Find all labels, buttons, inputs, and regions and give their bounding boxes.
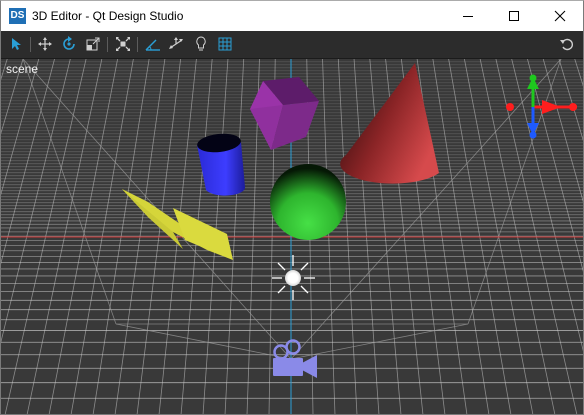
grid-toggle-button[interactable] [215, 34, 235, 54]
scene-canvas[interactable] [1, 59, 583, 415]
close-button[interactable] [537, 1, 583, 31]
orientation-toggle-button[interactable] [166, 34, 186, 54]
undo-icon [560, 38, 573, 51]
title-bar[interactable]: DS 3D Editor - Qt Design Studio [1, 1, 583, 31]
minimize-icon [463, 16, 473, 17]
toolbar-separator [107, 37, 108, 52]
move-tool-button[interactable] [35, 34, 55, 54]
fit-to-view-button[interactable] [113, 34, 133, 54]
application-window: DS 3D Editor - Qt Design Studio scene [0, 0, 584, 415]
maximize-icon [509, 11, 519, 21]
sphere-model[interactable] [270, 164, 346, 240]
fit-view-icon [116, 37, 130, 51]
orientation-icon [169, 37, 183, 49]
scale-icon [86, 37, 100, 51]
select-tool-button[interactable] [6, 34, 26, 54]
scale-tool-button[interactable] [83, 34, 103, 54]
close-icon [554, 10, 566, 22]
rotate-tool-button[interactable] [59, 34, 79, 54]
reset-view-button[interactable] [557, 34, 577, 54]
toolbar-separator [137, 37, 138, 52]
rotate-icon [63, 36, 75, 50]
bulb-icon [196, 36, 206, 51]
3d-viewport[interactable]: scene [1, 59, 583, 415]
toolbar-separator [30, 37, 31, 52]
grid-icon [218, 37, 232, 51]
perspective-toggle-button[interactable] [143, 34, 163, 54]
scene-label: scene [6, 62, 39, 76]
window-title: 3D Editor - Qt Design Studio [32, 9, 184, 23]
light-toggle-button[interactable] [191, 34, 211, 54]
maximize-button[interactable] [491, 1, 537, 31]
toolbar [1, 31, 583, 59]
app-icon: DS [9, 8, 26, 24]
perspective-icon [145, 39, 160, 51]
arrow-pointer-icon [12, 38, 21, 50]
minimize-button[interactable] [445, 1, 491, 31]
move-arrows-icon [38, 37, 52, 51]
